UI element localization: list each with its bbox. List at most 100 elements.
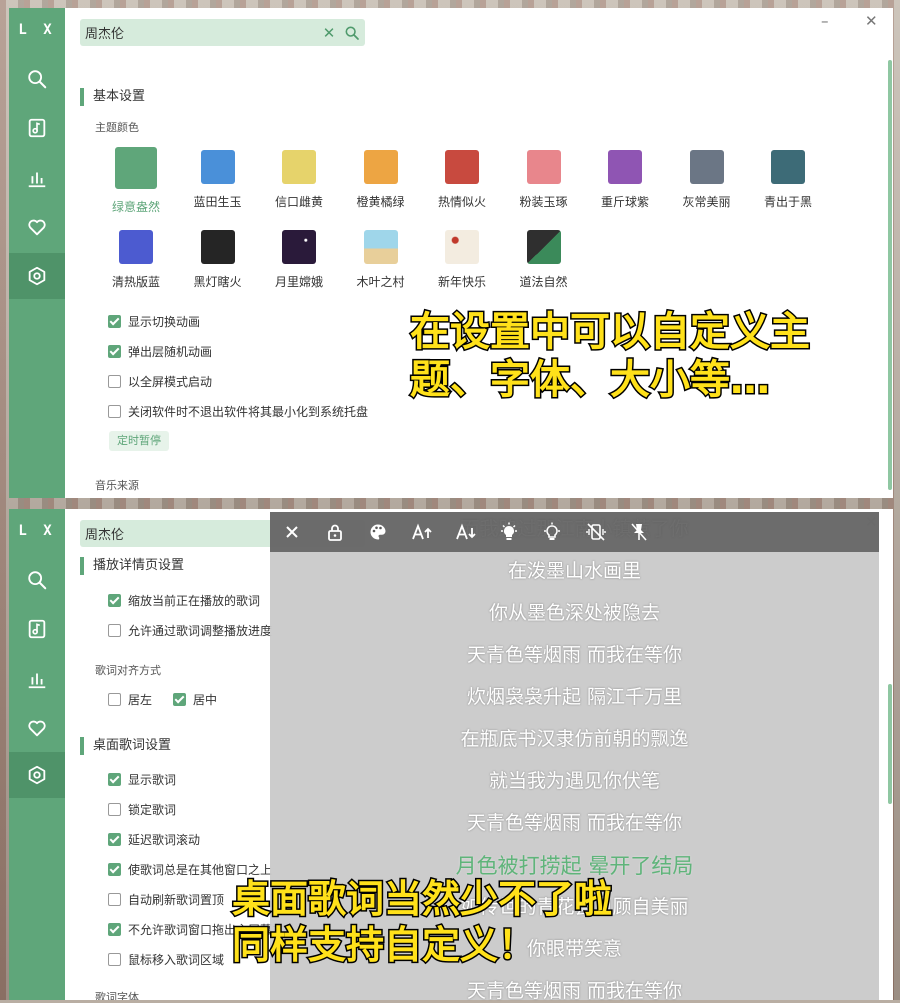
lyrics-pin-button[interactable] <box>628 521 650 543</box>
theme-name: 重斤球紫 <box>600 195 649 209</box>
search-icon <box>28 70 47 89</box>
checkbox[interactable] <box>108 405 121 418</box>
desktop-option-4[interactable]: 自动刷新歌词置顶 <box>108 891 224 908</box>
search-input[interactable]: 周杰伦 <box>80 23 319 42</box>
checkbox[interactable] <box>108 773 121 786</box>
theme-name: 月里嫦娥 <box>274 275 323 289</box>
nav-favorites[interactable] <box>9 204 65 250</box>
checkbox[interactable] <box>108 923 121 936</box>
search-bar[interactable]: 周杰伦 ✕ <box>80 19 365 46</box>
checkbox[interactable] <box>108 803 121 816</box>
lyrics-close-button[interactable] <box>281 521 303 543</box>
align-option-1[interactable]: 居中 <box>173 691 217 708</box>
nav-library[interactable] <box>9 606 65 652</box>
desktop-option-2[interactable]: 延迟歌词滚动 <box>108 831 200 848</box>
scrollbar[interactable] <box>888 60 892 490</box>
close-button[interactable]: ✕ <box>865 12 878 30</box>
theme-option[interactable]: 橙黄橘绿 <box>344 150 418 210</box>
theme-option[interactable]: 重斤球紫 <box>588 150 662 210</box>
checkbox[interactable] <box>108 624 121 637</box>
basic-option-3[interactable]: 关闭软件时不退出软件将其最小化到系统托盘 <box>108 403 368 420</box>
lyrics-vibrate-button[interactable] <box>585 521 607 543</box>
theme-swatch <box>526 150 561 184</box>
lyrics-font-up-button[interactable] <box>411 521 433 543</box>
basic-option-1[interactable]: 弹出层随机动画 <box>108 343 212 360</box>
desktop-option-0[interactable]: 显示歌词 <box>108 771 176 788</box>
theme-name: 粉装玉琢 <box>519 195 568 209</box>
detail-option-1[interactable]: 允许通过歌词调整播放进度 <box>108 622 272 639</box>
nav-settings[interactable] <box>9 752 65 798</box>
lyric-line: 在泼墨山水画里 <box>507 560 641 582</box>
music-source-label: 音乐来源 <box>95 479 139 492</box>
option-label: 居左 <box>128 693 153 707</box>
checkbox[interactable] <box>108 375 121 388</box>
lock-icon <box>328 524 342 541</box>
align-option-0[interactable]: 居左 <box>108 691 152 708</box>
option-label: 显示切换动画 <box>128 315 201 329</box>
nav-charts[interactable] <box>9 155 65 201</box>
search-icon <box>28 571 47 590</box>
search-button[interactable] <box>339 25 365 41</box>
checkbox[interactable] <box>108 833 121 846</box>
theme-option[interactable]: 热情似火 <box>425 150 499 210</box>
heart-icon <box>28 219 46 236</box>
checkbox[interactable] <box>108 345 121 358</box>
theme-option[interactable]: 木叶之村 <box>344 230 418 290</box>
theme-option[interactable]: 道法自然 <box>507 230 581 290</box>
option-label: 居中 <box>193 693 218 707</box>
nav-library[interactable] <box>9 105 65 151</box>
desktop-option-6[interactable]: 鼠标移入歌词区域 <box>108 951 224 968</box>
theme-option[interactable]: 灰常美丽 <box>670 150 744 210</box>
theme-swatch <box>363 230 398 264</box>
nav-search[interactable] <box>9 557 65 603</box>
nav-search[interactable] <box>9 56 65 102</box>
theme-option[interactable]: 蓝田生玉 <box>181 150 255 210</box>
detail-option-0[interactable]: 缩放当前正在播放的歌词 <box>108 592 260 609</box>
option-label: 以全屏模式启动 <box>128 375 213 389</box>
desktop-option-3[interactable]: 使歌词总是在其他窗口之上 <box>108 861 272 878</box>
theme-option[interactable]: 月里嫦娥 <box>262 230 336 290</box>
theme-swatch <box>200 150 235 184</box>
checkbox[interactable] <box>173 693 186 706</box>
checkbox[interactable] <box>108 594 121 607</box>
theme-option[interactable]: 信口雌黄 <box>262 150 336 210</box>
theme-option[interactable]: 清热版蓝 <box>99 230 173 290</box>
theme-option[interactable]: 青出于黑 <box>751 150 825 210</box>
checkbox[interactable] <box>108 315 121 328</box>
section-desktop-lyrics: 桌面歌词设置 <box>80 737 171 755</box>
option-label: 显示歌词 <box>128 773 177 787</box>
basic-option-2[interactable]: 以全屏模式启动 <box>108 373 212 390</box>
nav-settings[interactable] <box>9 253 65 299</box>
scrollbar[interactable] <box>888 684 892 804</box>
theme-name: 道法自然 <box>519 275 568 289</box>
lyric-font-label: 歌词字体 <box>95 991 139 1000</box>
theme-option[interactable]: 绿意盎然 <box>99 147 173 215</box>
timer-pause-button[interactable]: 定时暂停 <box>109 431 169 451</box>
basic-option-0[interactable]: 显示切换动画 <box>108 313 200 330</box>
lyrics-opacity-down-button[interactable] <box>541 521 563 543</box>
theme-name: 新年快乐 <box>437 275 486 289</box>
checkbox[interactable] <box>108 863 121 876</box>
nav-favorites[interactable] <box>9 705 65 751</box>
lyrics-lock-button[interactable] <box>324 521 346 543</box>
theme-swatch <box>771 150 805 184</box>
theme-swatch <box>200 230 235 264</box>
lyrics-color-button[interactable] <box>367 521 389 543</box>
checkbox[interactable] <box>108 693 121 706</box>
minimize-button[interactable]: – <box>821 12 829 30</box>
theme-option[interactable]: 粉装玉琢 <box>507 150 581 210</box>
lyrics-opacity-up-button[interactable] <box>498 521 520 543</box>
checkbox[interactable] <box>108 953 121 966</box>
desktop-option-1[interactable]: 锁定歌词 <box>108 801 176 818</box>
lyrics-font-down-button[interactable] <box>455 521 477 543</box>
checkbox[interactable] <box>108 893 121 906</box>
theme-swatch <box>282 150 316 184</box>
close-icon <box>286 526 298 538</box>
theme-swatch <box>363 150 398 184</box>
theme-option[interactable]: 黑灯瞎火 <box>181 230 255 290</box>
clear-icon[interactable]: ✕ <box>319 24 339 42</box>
theme-option[interactable]: 新年快乐 <box>425 230 499 290</box>
nav-charts[interactable] <box>9 656 65 702</box>
caption-top-line-2: 题、字体、大小等… <box>409 356 772 405</box>
theme-name: 黑灯瞎火 <box>193 275 242 289</box>
